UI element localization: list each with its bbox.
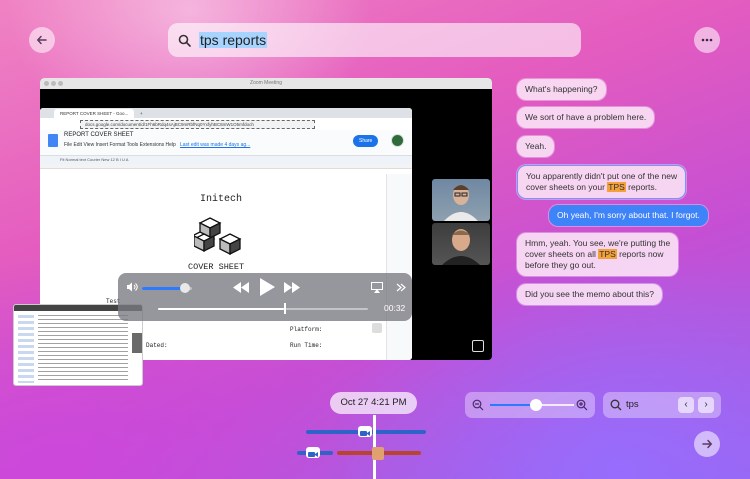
find-input[interactable]: tps [626,399,639,410]
video-camera-icon [360,431,370,436]
search-field[interactable]: tps reports [168,23,581,57]
more-options-button[interactable] [694,27,720,53]
person-icon [442,229,480,265]
timeline-video-marker[interactable] [358,426,372,437]
airplay-icon[interactable] [371,282,383,293]
arrow-left-icon [36,35,47,45]
doc-field-dated: Dated: [146,342,168,349]
chat-message: Did you see the memo about this? [517,284,662,305]
find-next-button[interactable]: › [698,397,714,413]
doc-heading: COVER SHEET [188,262,245,272]
url-text: docs.google.com/document/d/1Fh6bRdq4sAjB… [80,119,315,129]
volume-level [142,287,185,290]
url-bar: docs.google.com/document/d/1Fh6bRdq4sAjB… [40,118,412,130]
browser-tab-bar: REPORT COVER SHEET - Goo... + [40,108,412,118]
window-controls [44,81,63,86]
browser-tab: REPORT COVER SHEET - Goo... [54,108,134,118]
doc-ruler [40,164,412,169]
search-icon [610,399,622,411]
chat-message: We sort of have a problem here. [517,107,655,128]
arrow-right-icon [702,439,713,449]
volume-slider-knob[interactable] [179,283,190,293]
docs-header: REPORT COVER SHEET File Edit View Insert… [40,130,412,156]
timeline-clip-marker[interactable] [372,447,384,460]
timeline-date[interactable]: Oct 27 4:21 PM [330,392,417,414]
search-icon [178,34,191,47]
playback-scrubber[interactable] [284,303,286,314]
timeline-audio-marker[interactable] [306,447,320,458]
forward-button[interactable] [694,431,720,457]
more-icon [701,38,713,42]
back-button[interactable] [29,27,55,53]
chat-message: Hmm, yeah. You see, we're putting the co… [517,233,679,276]
playback-progress [158,308,284,310]
rewind-icon[interactable] [232,282,250,293]
media-controls: 00:32 [118,273,412,321]
docs-side-panel [386,174,412,360]
search-match-highlight: TPS [607,182,626,192]
expand-icon[interactable] [395,282,406,293]
search-query[interactable]: tps reports [199,32,268,48]
person-icon [444,185,478,221]
last-edit-link: Last edit was made 4 days ag... [179,142,251,148]
google-docs-icon [48,134,58,147]
participant-video-1 [432,179,490,221]
zoom-title-bar: Zoom Meeting [40,78,492,89]
chevron-right-icon: › [704,399,708,410]
participant-video-2 [432,223,490,265]
find-previous-button[interactable]: ‹ [678,397,694,413]
fast-forward-icon[interactable] [283,282,301,293]
doc-menu-bar: File Edit View Insert Format Tools Exten… [64,142,251,148]
speaker-icon[interactable] [126,282,138,292]
play-icon[interactable] [259,278,275,296]
doc-field-platform: Platform: [290,326,323,333]
search-match-highlight: TPS [598,249,617,259]
chat-message-outgoing: Oh yeah, I'm sorry about that. I forgot. [549,205,708,226]
initech-logo [194,217,242,256]
chevron-left-icon: ‹ [684,399,688,410]
share-button: Share [353,135,379,147]
account-avatar [391,134,404,147]
doc-toolbar: Fit Normal text Courier New 12 B I U A [40,156,412,164]
chat-message: What's happening? [517,79,606,100]
new-tab-icon: + [140,110,143,116]
fullscreen-icon [472,340,484,352]
playback-time: 00:32 [384,303,406,313]
zoom-window-title: Zoom Meeting [250,80,282,86]
doc-title: REPORT COVER SHEET [64,132,134,138]
zoom-out-icon[interactable] [472,399,484,411]
doc-company-name: Initech [200,194,243,205]
doc-field-runtime: Run Time: [290,342,323,349]
zoom-in-icon[interactable] [576,399,588,411]
docs-add-icon [372,323,382,333]
chat-message-highlighted: You apparently didn't put one of the new… [517,165,687,199]
chat-message: Yeah. [517,136,555,157]
video-camera-icon [308,452,318,457]
